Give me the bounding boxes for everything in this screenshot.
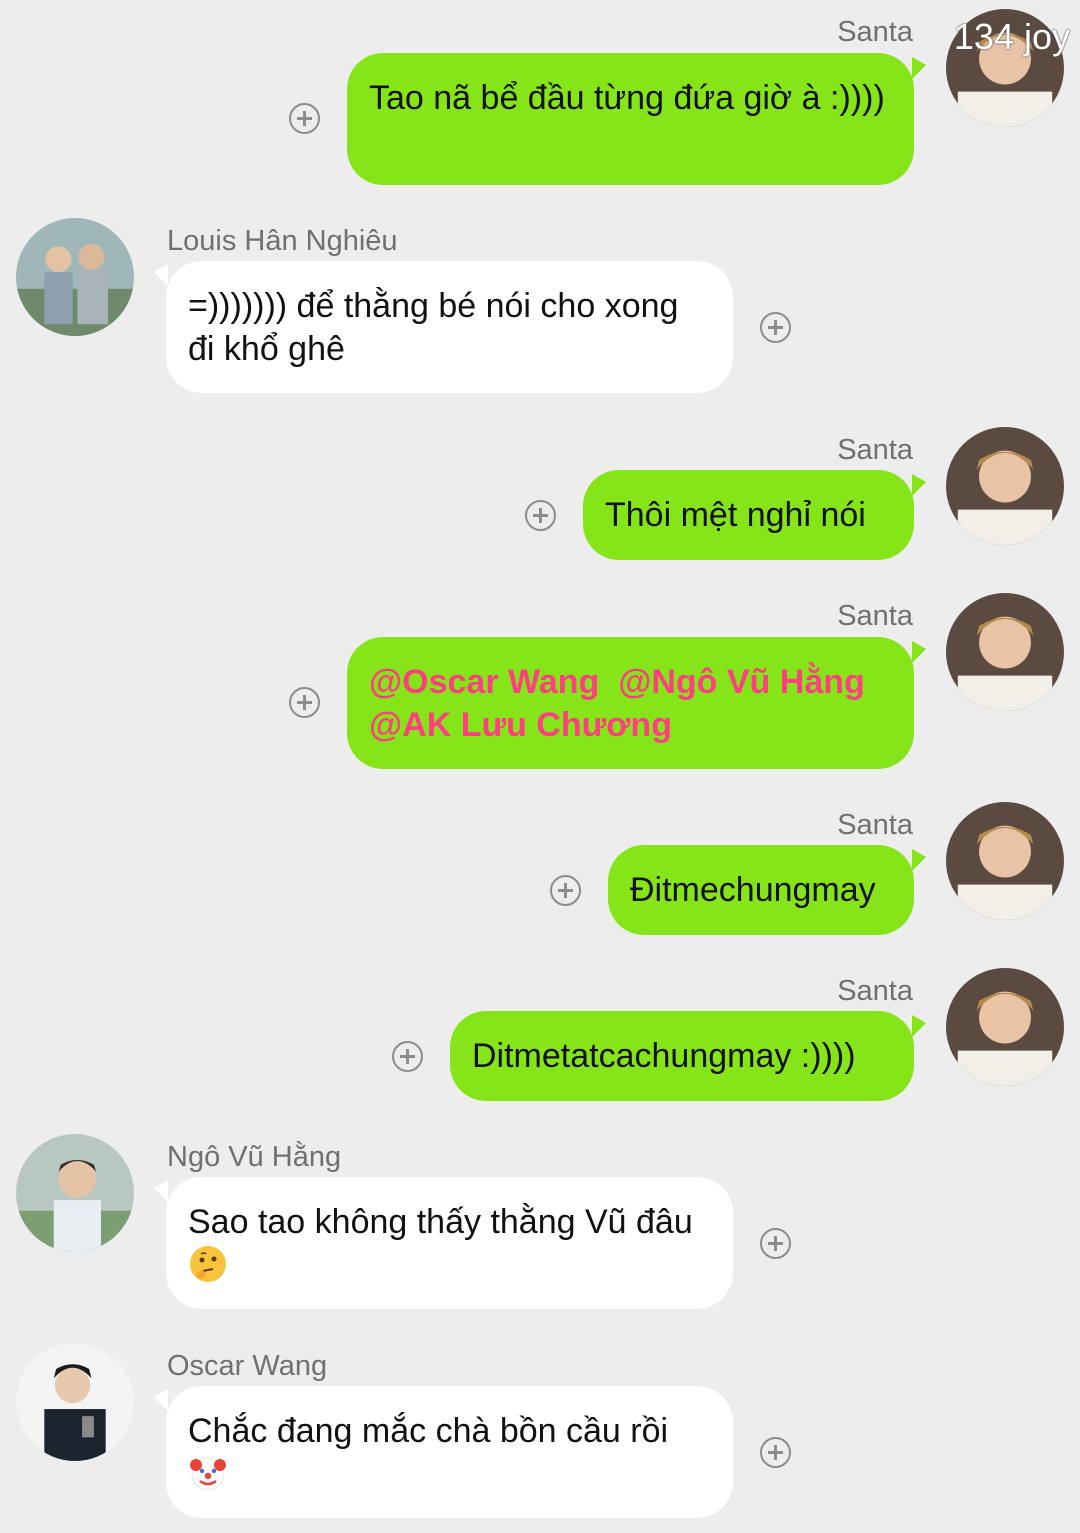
sender-name: Santa	[837, 809, 913, 841]
add-reaction-icon[interactable]	[289, 103, 320, 134]
message-text: Thôi mệt nghỉ nói	[605, 496, 866, 534]
add-reaction-icon[interactable]	[760, 1228, 791, 1259]
sender-name: Louis Hân Nghiêu	[167, 225, 398, 257]
add-reaction-icon[interactable]	[760, 1437, 791, 1468]
message-text: Chắc đang mắc chà bồn cầu rồi	[188, 1412, 669, 1450]
add-reaction-icon[interactable]	[525, 500, 556, 531]
add-reaction-icon[interactable]	[550, 875, 581, 906]
mention-link[interactable]: @Ngô Vũ Hằng	[618, 663, 865, 701]
message-bubble[interactable]: =))))))) để thằng bé nói cho xong đi khổ…	[166, 261, 733, 393]
add-reaction-icon[interactable]	[289, 687, 320, 718]
sender-name: Ngô Vũ Hằng	[167, 1141, 342, 1173]
avatar[interactable]	[16, 218, 134, 336]
sender-name: Santa	[837, 975, 913, 1007]
message-bubble[interactable]: Đitmechungmay	[608, 845, 914, 935]
mention-link[interactable]: @Oscar Wang	[369, 663, 599, 701]
message-bubble[interactable]: Ditmetatcachungmay :))))	[450, 1011, 914, 1101]
avatar[interactable]	[16, 1134, 134, 1252]
thinking-face-icon	[188, 1244, 228, 1284]
mention-link[interactable]: @AK Lưu Chương	[369, 706, 672, 744]
message-text: Ditmetatcachungmay :))))	[472, 1037, 856, 1075]
message-text: Đitmechungmay	[630, 871, 876, 909]
add-reaction-icon[interactable]	[760, 312, 791, 343]
message-bubble[interactable]: Chắc đang mắc chà bồn cầu rồi	[166, 1386, 733, 1518]
avatar[interactable]	[946, 968, 1064, 1086]
avatar[interactable]	[16, 1343, 134, 1461]
clown-face-icon	[188, 1453, 228, 1493]
message-text: Tao nã bể đầu từng đứa giờ à :))))	[369, 79, 885, 117]
sender-name: Santa	[837, 16, 913, 48]
message-text: Sao tao không thấy thằng Vũ đâu	[188, 1203, 693, 1241]
add-reaction-icon[interactable]	[392, 1041, 423, 1072]
avatar[interactable]	[946, 802, 1064, 920]
message-bubble[interactable]: Sao tao không thấy thằng Vũ đâu	[166, 1177, 733, 1309]
avatar[interactable]	[946, 427, 1064, 545]
message-bubble[interactable]: @Oscar Wang @Ngô Vũ Hằng @AK Lưu Chương	[347, 637, 914, 769]
watermark: 134 joy	[953, 16, 1070, 57]
message-bubble[interactable]: Thôi mệt nghỉ nói	[583, 470, 914, 560]
sender-name: Santa	[837, 600, 913, 632]
sender-name: Santa	[837, 434, 913, 466]
sender-name: Oscar Wang	[167, 1350, 328, 1382]
avatar[interactable]	[946, 593, 1064, 711]
message-bubble[interactable]: Tao nã bể đầu từng đứa giờ à :))))	[347, 53, 914, 185]
message-text: =))))))) để thằng bé nói cho xong đi khổ…	[188, 287, 679, 368]
